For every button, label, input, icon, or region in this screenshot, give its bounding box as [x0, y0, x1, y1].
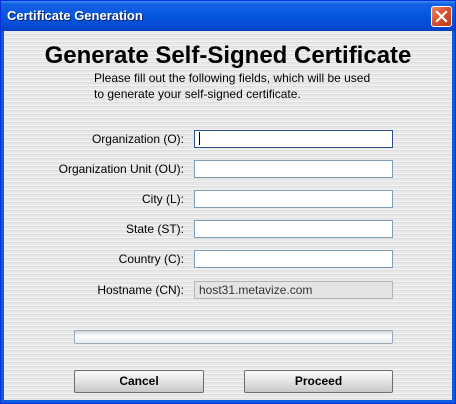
description: Please fill out the following fields, wh… [94, 70, 414, 102]
title-bar[interactable]: Certificate Generation [1, 1, 455, 31]
organization-label: Organization (O): [91, 132, 184, 146]
proceed-button[interactable]: Proceed [244, 370, 393, 393]
country-input[interactable] [194, 250, 393, 268]
progress-bar [74, 330, 393, 344]
description-line: Please fill out the following fields, wh… [94, 71, 371, 85]
page-title: Generate Self-Signed Certificate [44, 42, 412, 69]
cancel-button[interactable]: Cancel [74, 370, 204, 393]
state-label: State (ST): [125, 222, 184, 236]
hostname-label: Hostname (CN): [97, 283, 184, 297]
close-icon [435, 10, 448, 23]
description-line: to generate your self-signed certificate… [94, 87, 301, 101]
hostname-field [194, 281, 393, 299]
country-label: Country (C): [118, 252, 184, 266]
text-caret [199, 132, 200, 145]
state-input[interactable] [194, 220, 393, 238]
organization-unit-label: Organization Unit (OU): [58, 162, 184, 176]
city-label: City (L): [142, 192, 184, 206]
dialog-body: Generate Self-Signed Certificate Please … [4, 31, 452, 400]
close-button[interactable] [431, 6, 452, 27]
certificate-generation-window: Certificate Generation Generate Self-Sig… [0, 0, 456, 404]
organization-unit-input[interactable] [194, 160, 393, 178]
city-input[interactable] [194, 190, 393, 208]
window-title: Certificate Generation [7, 8, 143, 23]
organization-input[interactable] [194, 130, 393, 148]
